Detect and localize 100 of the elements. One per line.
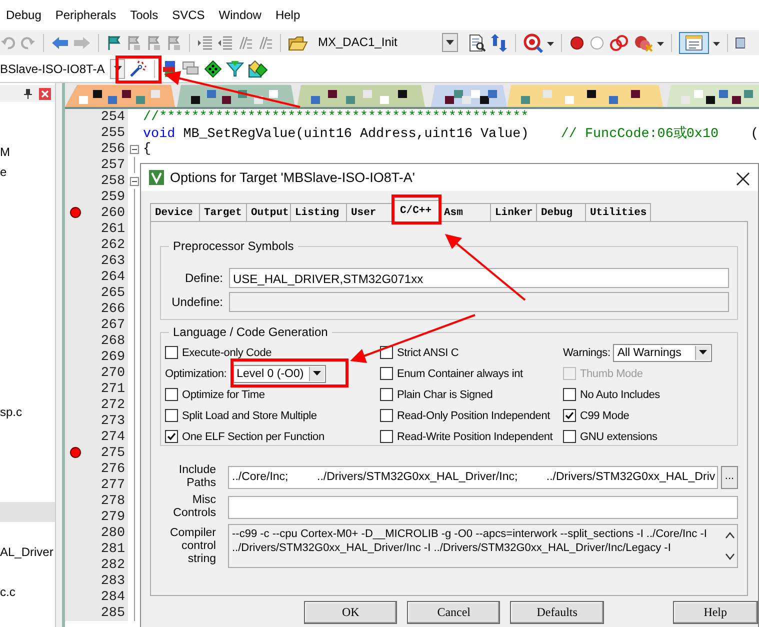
line-number: 256 bbox=[100, 142, 125, 156]
dropdown[interactable]: Level 0 (-O0) bbox=[232, 364, 326, 382]
menu-item[interactable]: Help bbox=[269, 8, 308, 22]
dialog-button[interactable]: Defaults bbox=[510, 601, 604, 624]
window-icon[interactable] bbox=[735, 34, 745, 50]
checkbox-label: C99 Mode bbox=[580, 410, 630, 422]
line-number: 276 bbox=[100, 462, 125, 476]
checkbox[interactable] bbox=[563, 409, 576, 422]
tree-item[interactable]: e bbox=[0, 165, 7, 179]
line-number: 270 bbox=[100, 366, 125, 380]
scroll-down-icon[interactable] bbox=[725, 553, 735, 561]
tab[interactable]: Device bbox=[150, 203, 200, 221]
window-layout-icon[interactable] bbox=[685, 34, 703, 50]
tree-item[interactable]: AL_Driver bbox=[0, 545, 54, 559]
dropdown[interactable]: All Warnings bbox=[613, 344, 712, 362]
browse-button[interactable]: ... bbox=[721, 466, 738, 488]
line-number: 281 bbox=[100, 542, 125, 556]
line-number: 285 bbox=[100, 606, 125, 620]
checkbox[interactable] bbox=[165, 388, 178, 401]
code-line: void MB_SetRegValue(uint16 Address,uint16 Value) // FuncCode:06或0x10 ( bbox=[143, 127, 759, 142]
funnel-icon[interactable] bbox=[226, 60, 244, 78]
unindent-icon[interactable] bbox=[217, 34, 233, 50]
line-number: 262 bbox=[100, 238, 125, 252]
checkbox[interactable] bbox=[380, 367, 393, 380]
collapse-icon[interactable] bbox=[130, 144, 139, 154]
checkbox[interactable] bbox=[563, 430, 576, 443]
select-label: Warnings: bbox=[563, 346, 610, 358]
dropdown-button[interactable] bbox=[442, 33, 458, 52]
tree-item[interactable]: M bbox=[0, 145, 10, 159]
app-icon bbox=[149, 170, 164, 185]
field-label: Include Paths bbox=[178, 464, 216, 490]
tree-item[interactable]: c.c bbox=[0, 585, 16, 599]
line-number: 259 bbox=[100, 190, 125, 204]
line-number: 255 bbox=[100, 126, 125, 140]
checkbox-label: Plain Char is Signed bbox=[397, 388, 493, 400]
back-arrow-icon[interactable] bbox=[51, 34, 69, 50]
folder-icon[interactable] bbox=[288, 34, 308, 52]
line-number: 266 bbox=[100, 302, 125, 316]
indent-icon[interactable] bbox=[197, 34, 213, 50]
breakpoint-dot[interactable] bbox=[70, 447, 81, 458]
menu-item[interactable]: Peripherals bbox=[49, 8, 124, 22]
dialog-button[interactable]: OK bbox=[304, 601, 398, 624]
caret-icon bbox=[699, 350, 708, 355]
dialog-button[interactable]: Cancel bbox=[407, 601, 500, 624]
menu-item[interactable]: SVCS bbox=[166, 8, 213, 22]
pin-icon[interactable] bbox=[23, 88, 33, 100]
diamond-icon[interactable] bbox=[204, 60, 222, 78]
checkbox-label: Read-Only Position Independent bbox=[397, 410, 550, 422]
line-number: 283 bbox=[100, 574, 125, 588]
checkbox-label: No Auto Includes bbox=[580, 388, 660, 400]
debug-magnifier-icon[interactable] bbox=[523, 32, 543, 52]
collapse-icon[interactable] bbox=[130, 176, 139, 186]
menu-item[interactable]: Window bbox=[212, 8, 270, 22]
menu-item[interactable]: Tools bbox=[124, 8, 166, 22]
tree-item[interactable]: sp.c bbox=[0, 405, 22, 419]
tab[interactable]: C/C++ bbox=[392, 200, 440, 222]
flag-icon[interactable] bbox=[106, 34, 122, 50]
line-number: 264 bbox=[100, 270, 125, 284]
scroll-up-icon[interactable] bbox=[725, 531, 735, 539]
tab[interactable]: Utilities bbox=[585, 203, 651, 221]
breakpoint-dot[interactable] bbox=[70, 207, 81, 218]
close-icon bbox=[736, 172, 750, 186]
breakpoints-cross-icon[interactable] bbox=[633, 34, 653, 52]
magic-wand-icon[interactable] bbox=[129, 60, 147, 78]
define-field[interactable]: USE_HAL_DRIVER,STM32G071xx bbox=[229, 268, 729, 288]
highlight-frame bbox=[116, 56, 162, 84]
checkbox[interactable] bbox=[563, 388, 576, 401]
checkbox[interactable] bbox=[380, 430, 393, 443]
menu-item[interactable]: Debug bbox=[0, 8, 50, 22]
checkbox[interactable] bbox=[165, 409, 178, 422]
undefine-field[interactable] bbox=[229, 292, 729, 312]
checkbox[interactable] bbox=[165, 430, 178, 443]
line-number: 257 bbox=[100, 158, 125, 172]
dialog-button[interactable]: Help bbox=[672, 601, 758, 624]
close-icon[interactable] bbox=[39, 88, 51, 100]
line-number: 284 bbox=[100, 590, 125, 604]
checkbox-label: Split Load and Store Multiple bbox=[182, 410, 317, 422]
component-pack-icon[interactable] bbox=[248, 60, 268, 78]
misc-controls-field[interactable] bbox=[228, 496, 738, 518]
include-paths-field[interactable]: ../Core/Inc; ../Drivers/STM32G0xx_HAL_Driver/Inc; ../Drivers/STM32G0xx_HAL_Driv bbox=[228, 466, 718, 488]
caret-icon bbox=[312, 371, 321, 376]
line-number: 279 bbox=[100, 510, 125, 524]
line-number: 265 bbox=[100, 286, 125, 300]
file-search-icon[interactable] bbox=[468, 34, 486, 52]
rings-icon[interactable] bbox=[609, 34, 629, 52]
line-number: 254 bbox=[100, 110, 125, 124]
checkbox[interactable] bbox=[380, 409, 393, 422]
view-button[interactable] bbox=[679, 32, 709, 54]
checkbox-label: One ELF Section per Function bbox=[182, 430, 324, 442]
line-number: 275 bbox=[100, 446, 125, 460]
compiler-string-field[interactable]: --c99 -c --cpu Cortex-M0+ -D__MICROLIB -g -O0 --apcs=interwork --split_sections -I ../Core/Inc -I ../Drivers/STM32G0xx_HAL_Driver/Inc -I ../Drivers/STM32G0xx_HAL_Driver/Inc/Legacy -I bbox=[228, 524, 738, 568]
arrows-icon[interactable] bbox=[490, 34, 508, 52]
line-number: 277 bbox=[100, 478, 125, 492]
breakpoint-icon[interactable] bbox=[569, 34, 585, 50]
line-number: 280 bbox=[100, 526, 125, 540]
checkbox[interactable] bbox=[380, 388, 393, 401]
checkbox[interactable] bbox=[165, 346, 178, 359]
field-label: Define: bbox=[184, 271, 223, 285]
line-number: 267 bbox=[100, 318, 125, 332]
checkbox-label: Execute-only Code bbox=[182, 346, 272, 358]
